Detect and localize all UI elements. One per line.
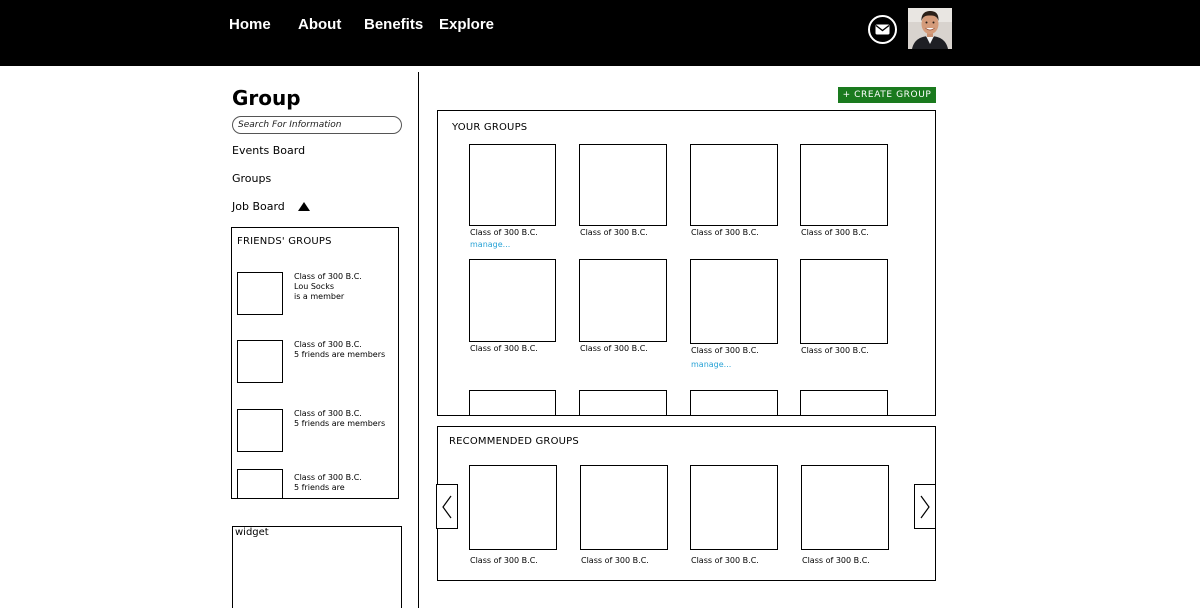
group-caption: Class of 300 B.C. (691, 228, 759, 237)
top-nav-bar: Home About Benefits Explore (0, 0, 1200, 66)
group-thumbnail (579, 144, 667, 226)
friends-group-text: Class of 300 B.C. 5 friends are members (294, 409, 385, 429)
group-thumbnail (237, 469, 283, 498)
envelope-icon (875, 24, 890, 35)
search-input[interactable] (232, 116, 402, 134)
group-thumbnail (800, 259, 888, 344)
your-groups-panel: YOUR GROUPS Class of 300 B.C. manage... … (437, 110, 936, 416)
group-caption: Class of 300 B.C. (580, 344, 648, 353)
group-caption: Class of 300 B.C. (801, 228, 869, 237)
chevron-right-icon (920, 495, 930, 518)
your-groups-title: YOUR GROUPS (452, 122, 528, 133)
group-caption: Class of 300 B.C. (470, 344, 538, 353)
friend-name: Lou Socks (294, 282, 334, 291)
carousel-prev-button[interactable] (436, 484, 458, 529)
membership-text: 5 friends are (294, 483, 345, 492)
membership-text: 5 friends are members (294, 419, 386, 428)
group-thumbnail (690, 259, 778, 344)
group-thumbnail (237, 272, 283, 315)
group-caption: Class of 300 B.C. (470, 228, 538, 237)
friends-group-text: Class of 300 B.C. Lou Socks is a member (294, 272, 362, 302)
user-avatar[interactable] (908, 8, 952, 49)
nav-home-link[interactable]: Home (229, 16, 271, 33)
friends-group-text: Class of 300 B.C. 5 friends are (294, 473, 362, 493)
user-avatar-photo (908, 8, 952, 49)
group-thumbnail (579, 259, 667, 342)
group-caption: Class of 300 B.C. (580, 228, 648, 237)
group-thumbnail (800, 144, 888, 226)
group-name: Class of 300 B.C. (294, 473, 362, 482)
group-caption: Class of 300 B.C. (691, 556, 759, 565)
widget-label: widget (235, 527, 269, 538)
membership-text: 5 friends are members (294, 350, 386, 359)
group-caption: Class of 300 B.C. (802, 556, 870, 565)
carousel-next-button[interactable] (914, 484, 936, 529)
friends-groups-panel: FRIENDS' GROUPS Class of 300 B.C. Lou So… (231, 227, 399, 499)
group-thumbnail (690, 390, 778, 415)
group-name: Class of 300 B.C. (294, 409, 362, 418)
page-title: Group (232, 86, 301, 110)
group-thumbnail (801, 465, 889, 550)
group-thumbnail (237, 409, 283, 452)
sidebar-link-job-board[interactable]: Job Board (232, 200, 285, 213)
group-name: Class of 300 B.C. (294, 340, 362, 349)
group-thumbnail (469, 465, 557, 550)
group-thumbnail (800, 390, 888, 415)
sidebar-divider (418, 72, 419, 608)
group-caption: Class of 300 B.C. (691, 346, 759, 355)
group-thumbnail (469, 259, 556, 342)
group-thumbnail (237, 340, 283, 383)
chevron-left-icon (442, 495, 452, 518)
group-thumbnail (690, 144, 778, 226)
create-group-button[interactable]: + CREATE GROUP (838, 87, 936, 103)
friends-groups-title: FRIENDS' GROUPS (237, 236, 332, 247)
recommended-groups-panel: RECOMMENDED GROUPS Class of 300 B.C. Cla… (437, 426, 936, 581)
manage-group-link[interactable]: manage... (691, 360, 731, 369)
recommended-groups-title: RECOMMENDED GROUPS (449, 436, 579, 447)
triangle-up-icon[interactable] (298, 202, 310, 211)
group-thumbnail (579, 390, 667, 415)
group-thumbnail (469, 390, 556, 415)
messages-button[interactable] (868, 15, 897, 44)
sidebar-link-events-board[interactable]: Events Board (232, 144, 305, 157)
nav-explore-link[interactable]: Explore (439, 16, 494, 33)
group-thumbnail (580, 465, 668, 550)
friends-group-text: Class of 300 B.C. 5 friends are members (294, 340, 385, 360)
group-thumbnail (690, 465, 778, 550)
membership-text: is a member (294, 292, 345, 301)
manage-group-link[interactable]: manage... (470, 240, 510, 249)
nav-about-link[interactable]: About (298, 16, 341, 33)
group-caption: Class of 300 B.C. (801, 346, 869, 355)
sidebar-link-groups[interactable]: Groups (232, 172, 271, 185)
nav-benefits-link[interactable]: Benefits (364, 16, 423, 33)
widget-box: widget (232, 526, 402, 608)
group-name: Class of 300 B.C. (294, 272, 362, 281)
group-caption: Class of 300 B.C. (470, 556, 538, 565)
group-thumbnail (469, 144, 556, 226)
group-caption: Class of 300 B.C. (581, 556, 649, 565)
